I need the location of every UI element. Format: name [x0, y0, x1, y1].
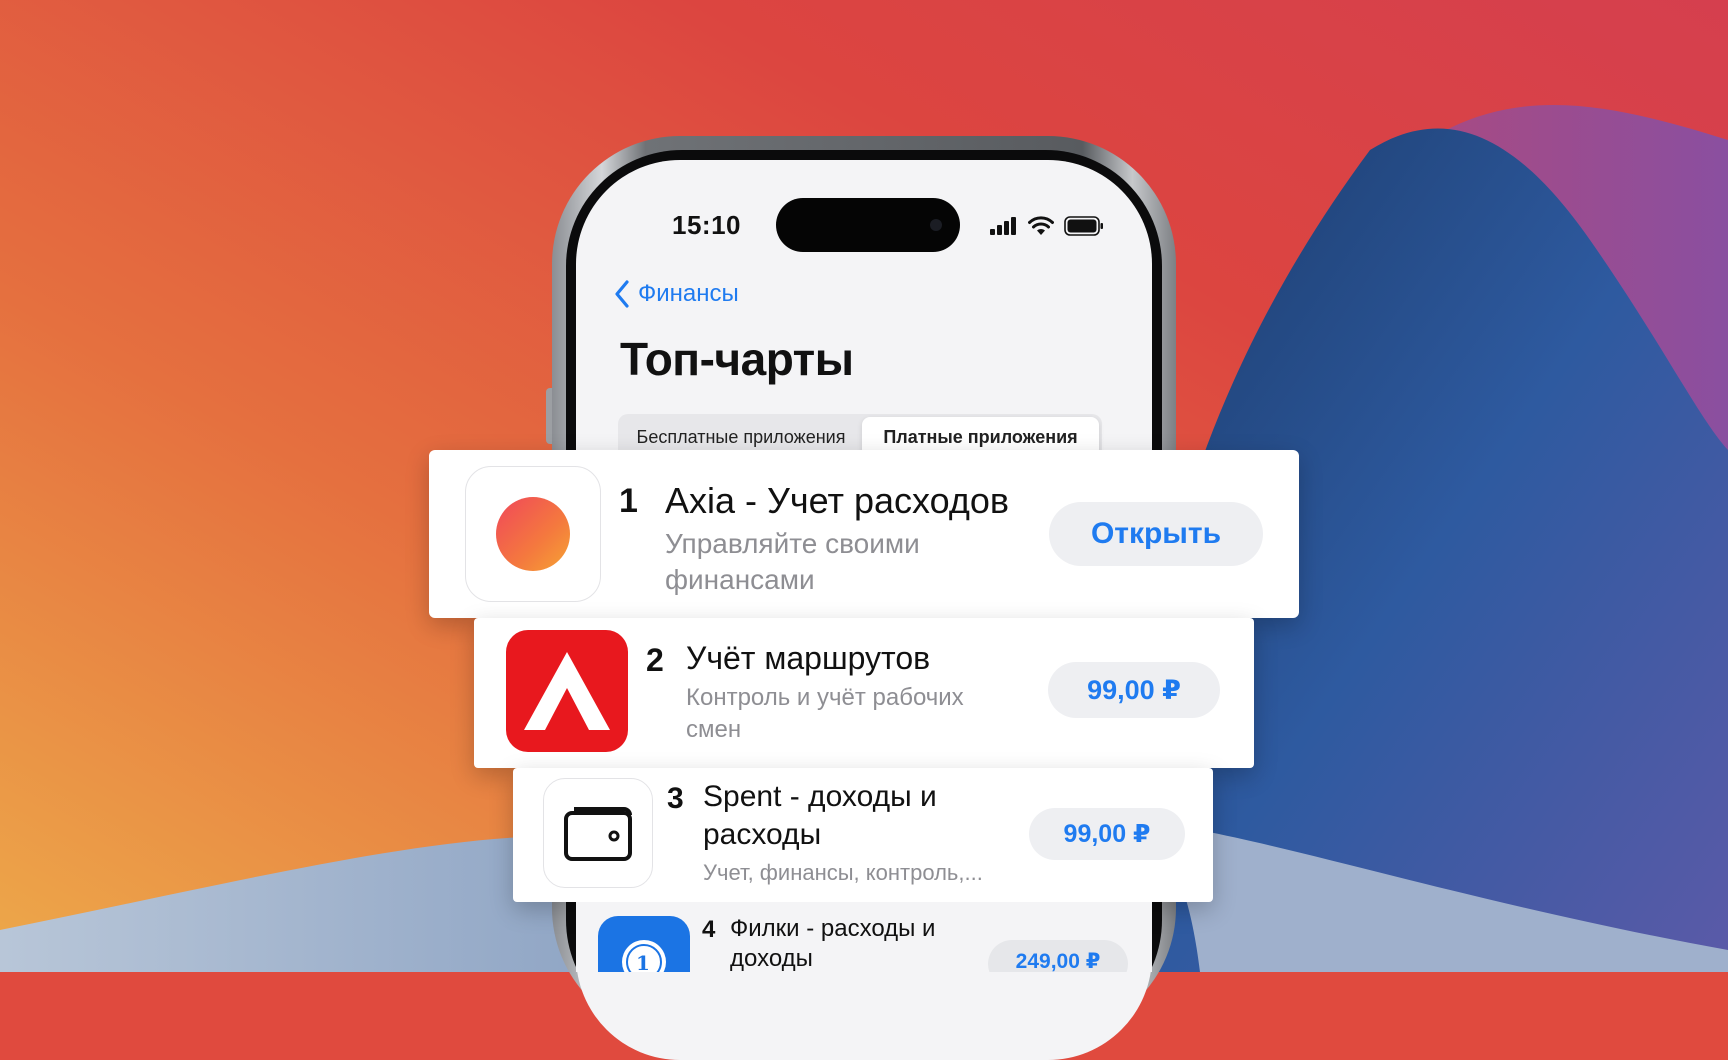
buy-button[interactable]: 249,00 ₽	[988, 940, 1128, 972]
app-name: Филки - расходы и доходы	[730, 915, 936, 972]
signal-icon	[990, 217, 1016, 235]
app-name: Spent - доходы и расходы	[703, 780, 937, 851]
dynamic-island	[776, 198, 960, 252]
app-rank: 2	[646, 642, 664, 678]
page-title: Топ-чарты	[620, 333, 854, 385]
svg-text:1: 1	[636, 951, 650, 972]
app-subtitle: Контроль и учёт рабочих смен	[686, 684, 964, 743]
app-name: Axia - Учет расходов	[665, 480, 1009, 521]
app-rank: 4	[702, 916, 716, 943]
red-lambda-icon	[506, 630, 628, 752]
status-time: 15:10	[672, 210, 741, 240]
back-label: Финансы	[638, 280, 739, 307]
app-subtitle: Учет, финансы, контроль,...	[703, 860, 983, 885]
buy-button[interactable]: 99,00 ₽	[1029, 808, 1185, 860]
status-icons	[990, 216, 1104, 236]
list-item[interactable]: 3 Spent - доходы и расходы Учет, финансы…	[513, 768, 1213, 902]
camera-icon	[930, 219, 942, 231]
wallet-icon	[543, 778, 653, 888]
list-item[interactable]: 1 Axia - Учет расходов Управляйте своими…	[429, 450, 1299, 618]
coin-globe-icon: 1	[598, 916, 690, 972]
wifi-icon	[1028, 216, 1054, 235]
list-item[interactable]: 2 Учёт маршрутов Контроль и учёт рабочих…	[474, 618, 1254, 768]
open-button[interactable]: Открыть	[1049, 502, 1263, 566]
back-button[interactable]: Финансы	[614, 280, 739, 308]
app-rank: 1	[619, 482, 638, 520]
battery-icon	[1064, 216, 1103, 236]
app-rank: 3	[667, 782, 684, 815]
buy-button[interactable]: 99,00 ₽	[1048, 662, 1220, 718]
orange-circle-icon	[465, 466, 601, 602]
app-subtitle: Управляйте своими финансами	[665, 528, 920, 595]
app-name: Учёт маршрутов	[686, 640, 931, 676]
list-item[interactable]: 1 4 Филки - расходы и доходы 249,00 ₽	[576, 902, 1152, 972]
chevron-left-icon	[615, 280, 629, 308]
